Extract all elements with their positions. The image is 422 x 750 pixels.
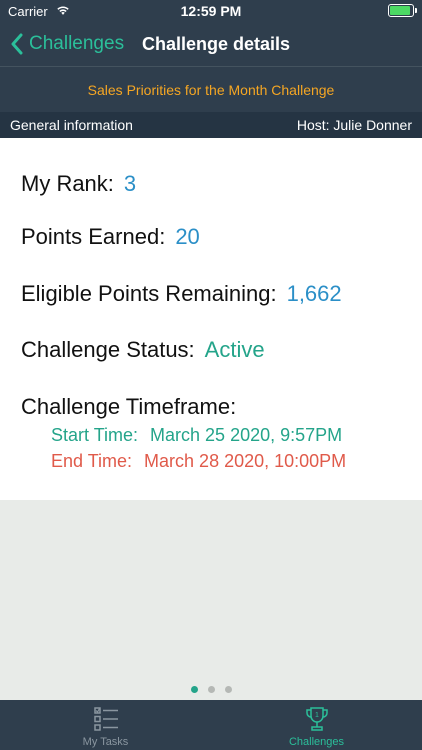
end-time-value: March 28 2020, 10:00PM xyxy=(144,451,347,471)
points-earned-label: Points Earned: xyxy=(21,224,166,249)
challenge-name: Sales Priorities for the Month Challenge xyxy=(0,66,422,112)
status-label: Challenge Status: xyxy=(21,337,195,362)
tab-challenges-label: Challenges xyxy=(288,736,345,748)
points-earned-value: 20 xyxy=(175,224,200,249)
battery-icon xyxy=(388,4,417,17)
tab-bar: My Tasks 1 Challenges xyxy=(0,700,422,750)
end-time-row: End Time: March 28 2020, 10:00PM xyxy=(51,451,346,472)
checklist-icon xyxy=(94,707,118,731)
page-title: Challenge details xyxy=(142,34,291,54)
page-indicator[interactable] xyxy=(0,680,422,698)
start-time-value: March 25 2020, 9:57PM xyxy=(150,425,343,445)
page-dot[interactable] xyxy=(224,686,232,693)
points-earned-row: Points Earned: 20 xyxy=(21,224,200,250)
back-button[interactable]: Challenges xyxy=(10,22,124,66)
page-dot[interactable] xyxy=(190,686,198,693)
tab-my-tasks[interactable]: My Tasks xyxy=(0,700,211,750)
status-bar: Carrier 12:59 PM xyxy=(0,0,422,22)
section-title: General information xyxy=(10,117,133,133)
status-row: Challenge Status: Active xyxy=(21,337,265,363)
svg-text:1: 1 xyxy=(315,712,319,719)
eligible-points-value: 1,662 xyxy=(286,281,342,306)
end-time-label: End Time: xyxy=(51,451,133,471)
back-button-label: Challenges xyxy=(29,33,125,54)
rank-label: My Rank: xyxy=(21,171,114,196)
start-time-row: Start Time: March 25 2020, 9:57PM xyxy=(51,425,342,446)
trophy-icon: 1 xyxy=(306,707,328,731)
timeframe-heading: Challenge Timeframe: xyxy=(21,394,237,419)
eligible-points-label: Eligible Points Remaining: xyxy=(21,281,277,306)
tab-challenges[interactable]: 1 Challenges xyxy=(211,700,422,750)
rank-value: 3 xyxy=(123,171,137,196)
tab-my-tasks-label: My Tasks xyxy=(82,736,129,748)
info-bar: General information Host: Julie Donner xyxy=(0,112,422,138)
eligible-points-row: Eligible Points Remaining: 1,662 xyxy=(21,281,342,307)
chevron-left-icon xyxy=(11,33,23,55)
details-card: My Rank: 3 Points Earned: 20 Eligible Poin… xyxy=(0,138,422,500)
status-value: Active xyxy=(204,337,265,362)
rank-row: My Rank: 3 xyxy=(21,171,136,197)
start-time-label: Start Time: xyxy=(51,425,139,445)
page-dot[interactable] xyxy=(207,686,215,693)
navigation-bar: Challenges Challenge details xyxy=(0,22,422,66)
host-label: Host: Julie Donner xyxy=(296,117,412,133)
clock-time: 12:59 PM xyxy=(180,3,242,19)
